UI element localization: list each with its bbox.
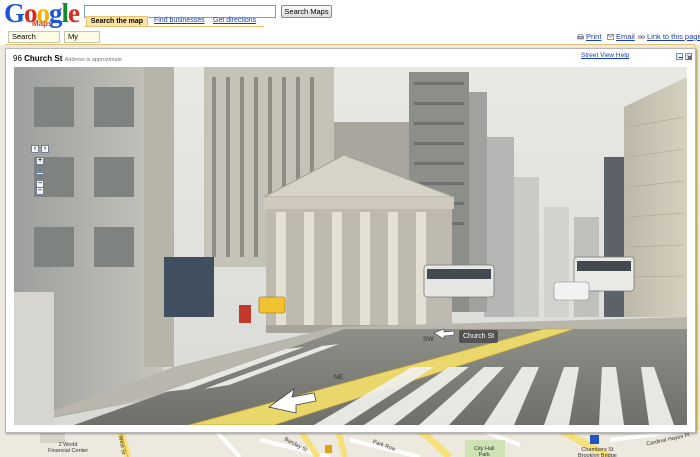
tab-underline — [84, 26, 264, 27]
google-maps-logo[interactable]: Google Maps — [4, 0, 80, 28]
address-note: Address is approximate — [64, 57, 123, 63]
link-to-page-link[interactable]: Link to this page — [638, 32, 700, 41]
envelope-icon — [607, 34, 614, 40]
rotate-left-button[interactable]: ‹ — [31, 145, 39, 153]
search-maps-button[interactable]: Search Maps — [281, 5, 332, 18]
direction-ne: NE — [334, 374, 344, 381]
map-label-city-hall: City Hall Park — [474, 446, 495, 457]
rotate-right-button[interactable]: › — [41, 145, 49, 153]
chain-link-icon — [638, 35, 645, 39]
map-label-world-financial: 2 World Financial Center — [48, 442, 89, 454]
minimize-button[interactable] — [676, 53, 683, 60]
house-number: 96 — [13, 54, 22, 63]
close-icon — [687, 55, 692, 60]
print-link[interactable]: Print — [577, 32, 601, 41]
direction-sw: SW — [423, 336, 434, 343]
tab-search-results[interactable]: Search Results — [8, 31, 60, 51]
panorama-controls: ‹ › + − – — [31, 145, 61, 205]
tab-get-directions[interactable]: Get directions — [213, 17, 256, 24]
street-view-panorama[interactable]: ‹ › + − – Church St SW NE — [14, 67, 687, 425]
zoom-in-button[interactable]: + — [36, 157, 44, 165]
street-view-title: 96 Church St Address is approximate — [13, 54, 122, 63]
street-view-help-link[interactable]: Street View Help — [581, 52, 629, 59]
map-label-brooklyn-bridge: Chambers St Brooklyn Bridge — [578, 447, 617, 457]
panorama-image — [14, 67, 687, 425]
zoom-reset-button[interactable]: – — [36, 187, 44, 195]
street-view-window: 96 Church St Address is approximate Stre… — [5, 48, 696, 433]
tool-links: Print Email Link to this page — [575, 32, 700, 42]
email-link[interactable]: Email — [607, 32, 635, 41]
tab-find-businesses[interactable]: Find businesses — [154, 17, 205, 24]
tab-my-maps[interactable]: My Maps — [64, 31, 100, 51]
printer-icon — [577, 34, 584, 40]
close-button[interactable] — [685, 53, 692, 60]
street-name: Church St — [24, 54, 63, 63]
street-label-church-st: Church St — [459, 330, 499, 343]
zoom-slider-handle[interactable] — [36, 172, 44, 175]
minimize-icon — [678, 57, 683, 58]
logo-maps-label: Maps — [32, 19, 53, 28]
